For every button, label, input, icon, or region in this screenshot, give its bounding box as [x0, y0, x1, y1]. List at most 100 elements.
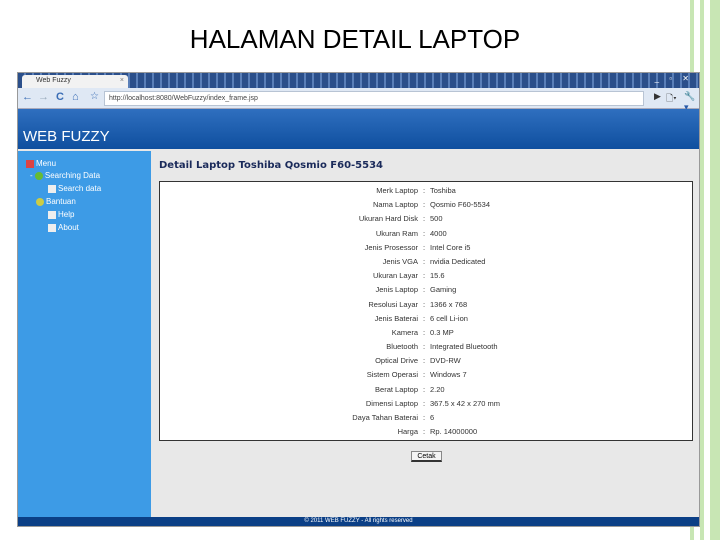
separator: :	[422, 342, 426, 352]
separator: :	[422, 214, 426, 224]
forward-icon[interactable]: →	[38, 91, 49, 103]
page-menu-icon[interactable]: 🗋▾	[666, 91, 677, 107]
detail-value: 500	[430, 214, 443, 224]
detail-value: DVD-RW	[430, 356, 461, 366]
detail-value: Toshiba	[430, 186, 456, 195]
page-title: Detail Laptop Toshiba Qosmio F60-5534	[159, 160, 384, 171]
detail-value: 1366 x 768	[430, 299, 468, 309]
detail-label: Kamera	[391, 327, 418, 337]
slide-title: HALAMAN DETAIL LAPTOP	[189, 24, 521, 54]
separator: :	[422, 413, 426, 422]
separator: :	[422, 186, 426, 195]
separator: :	[422, 398, 426, 408]
detail-row: Merk Laptop: Toshiba	[160, 186, 692, 200]
sidebar-item-about[interactable]: About	[48, 223, 79, 232]
sidebar-item-menu[interactable]: Menu	[26, 159, 56, 168]
detail-row: Daya Tahan Baterai:6	[160, 413, 692, 427]
separator: :	[422, 427, 426, 437]
detail-label: Jenis Laptop	[375, 285, 418, 295]
separator: :	[422, 256, 426, 266]
detail-row: Harga: Rp. 14000000	[160, 427, 692, 441]
separator: :	[422, 228, 426, 238]
detail-label: Optical Drive	[375, 356, 418, 366]
folder-icon	[36, 197, 44, 206]
page-icon	[48, 184, 56, 193]
detail-value: 0.3 MP	[430, 327, 454, 337]
detail-row: Bluetooth: Integrated Bluetooth	[160, 342, 692, 356]
detail-label: Berat Laptop	[375, 384, 418, 394]
sidebar-item-search-data[interactable]: Search data	[48, 184, 101, 193]
detail-label: Jenis VGA	[382, 256, 418, 266]
browser-tab[interactable]: Web Fuzzy ×	[22, 75, 128, 88]
separator: :	[422, 327, 426, 337]
sidebar-item-bantuan[interactable]: Bantuan	[36, 197, 76, 206]
separator: :	[422, 285, 426, 295]
detail-label: Daya Tahan Baterai	[352, 413, 418, 422]
separator: :	[422, 313, 426, 323]
detail-value: Integrated Bluetooth	[430, 342, 498, 352]
tab-bar: Web Fuzzy × _ ▫ ✕	[18, 73, 699, 88]
print-button[interactable]: Cetak	[411, 451, 442, 462]
reload-icon[interactable]: C	[56, 91, 64, 103]
close-tab-icon[interactable]: ×	[120, 77, 124, 84]
detail-value: nvidia Dedicated	[430, 256, 486, 266]
window-controls[interactable]: _ ▫ ✕	[655, 74, 693, 83]
detail-label: Jenis Baterai	[374, 313, 418, 323]
detail-label: Ukuran Ram	[375, 228, 418, 238]
detail-row: Berat Laptop:2.20	[160, 385, 692, 399]
detail-label: Merk Laptop	[376, 186, 418, 195]
separator: :	[422, 370, 426, 380]
separator: :	[422, 299, 426, 309]
browser-window: Web Fuzzy × _ ▫ ✕ ← → C ⌂ ☆ http://localh…	[17, 72, 700, 527]
detail-value: 15.6	[430, 271, 445, 281]
detail-row: Ukuran Ram:4000	[160, 229, 692, 243]
detail-value: Intel Core i5	[430, 242, 471, 252]
go-icon[interactable]: ▶	[654, 91, 661, 102]
detail-label: Jenis Prosessor	[364, 242, 418, 252]
detail-row: Jenis VGA: nvidia Dedicated	[160, 257, 692, 271]
detail-value: 6 cell Li-ion	[430, 313, 468, 323]
detail-label: Bluetooth	[386, 342, 418, 352]
separator: :	[422, 200, 426, 210]
detail-value: Gaming	[430, 285, 457, 295]
sidebar-label: Menu	[36, 159, 57, 168]
detail-label: Harga	[397, 427, 418, 437]
sidebar-label: About	[58, 223, 79, 232]
detail-value: Windows 7	[430, 370, 467, 380]
star-icon[interactable]: ☆	[90, 91, 99, 102]
sidebar-label: Help	[58, 210, 75, 219]
page-icon	[48, 223, 56, 232]
sidebar: Menu - Searching Data Search data Bantua…	[18, 151, 151, 517]
sidebar-item-searching-data[interactable]: - Searching Data	[30, 171, 100, 180]
folder-icon	[34, 171, 43, 180]
detail-row: Resolusi Layar:1366 x 768	[160, 300, 692, 314]
detail-row: Jenis Laptop: Gaming	[160, 285, 692, 299]
sidebar-label: Bantuan	[46, 197, 76, 206]
page-icon	[48, 210, 56, 219]
detail-value: 6	[430, 413, 435, 422]
detail-value: 4000	[430, 228, 447, 238]
detail-label: Ukuran Hard Disk	[358, 214, 418, 224]
detail-label: Resolusi Layar	[368, 299, 418, 309]
detail-row: Ukuran Layar:15.6	[160, 271, 692, 285]
sidebar-item-help[interactable]: Help	[48, 210, 74, 219]
nav-bar: ← → C ⌂ ☆ http://localhost:8080/WebFuzzy…	[18, 88, 699, 112]
main-content: Detail Laptop Toshiba Qosmio F60-5534 Me…	[151, 151, 700, 517]
detail-value: Qosmio F60-5534	[430, 200, 491, 210]
detail-label: Nama Laptop	[372, 200, 418, 210]
detail-row: Ukuran Hard Disk:500	[160, 214, 692, 228]
separator: :	[422, 384, 426, 394]
detail-value: 2.20	[430, 384, 445, 394]
detail-table: Merk Laptop: Toshiba Nama Laptop: Qosmio F6…	[159, 181, 693, 441]
detail-label: Ukuran Layar	[372, 271, 418, 281]
app-header: WEB FUZZY	[18, 109, 699, 149]
detail-row: Kamera:0.3 MP	[160, 328, 692, 342]
back-icon[interactable]: ←	[22, 91, 33, 103]
address-bar[interactable]: http://localhost:8080/WebFuzzy/index_fra…	[104, 91, 644, 106]
sidebar-label: Searching Data	[44, 171, 101, 180]
home-icon[interactable]: ⌂	[72, 91, 79, 103]
separator: :	[422, 242, 426, 252]
detail-row: Jenis Baterai:6 cell Li-ion	[160, 314, 692, 328]
sidebar-label: Search data	[58, 184, 102, 193]
detail-row: Optical Drive: DVD-RW	[160, 356, 692, 370]
